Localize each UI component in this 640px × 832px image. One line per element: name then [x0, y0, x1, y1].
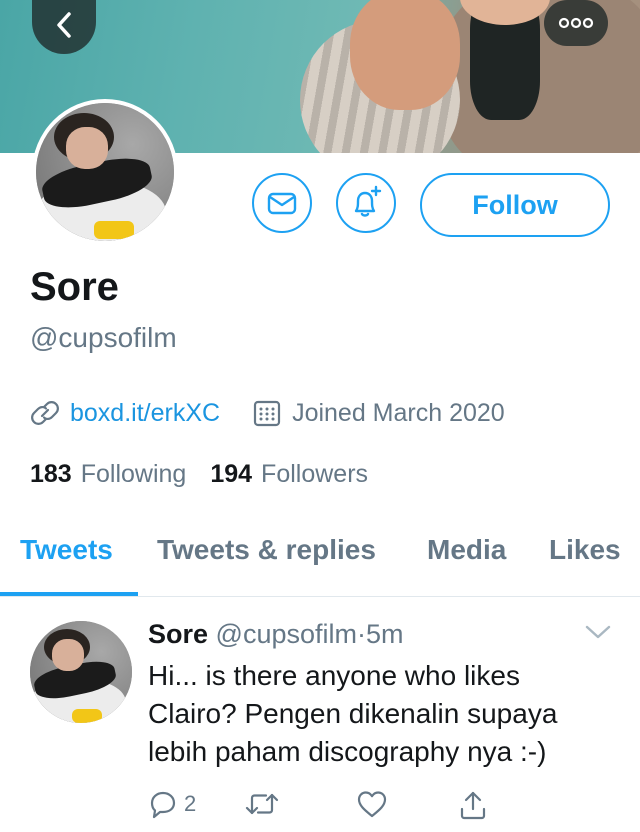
- chevron-down-icon: [585, 625, 611, 639]
- more-dots-icon: [558, 17, 594, 29]
- bell-plus-icon: [354, 185, 382, 217]
- tweet-actions: 2: [148, 789, 608, 823]
- link-icon: [31, 401, 59, 425]
- retweet-button[interactable]: [244, 789, 280, 819]
- profile-avatar[interactable]: [36, 103, 174, 241]
- followers-stat[interactable]: 194 Followers: [210, 460, 368, 489]
- follow-button[interactable]: Follow: [420, 173, 610, 237]
- tweet-time: 5m: [366, 619, 404, 649]
- active-tab-indicator: [0, 592, 138, 596]
- tweet-header: Sore @cupsofilm·5m: [148, 619, 404, 650]
- chevron-left-icon: [57, 12, 71, 38]
- avatar-face: [66, 127, 108, 169]
- profile-link[interactable]: boxd.it/erkXC: [70, 399, 220, 428]
- like-button[interactable]: [356, 789, 388, 819]
- followers-count: 194: [210, 460, 253, 488]
- following-count: 183: [30, 460, 72, 488]
- following-label: Following: [80, 460, 187, 488]
- tweet-author-handle[interactable]: @cupsofilm: [216, 619, 357, 649]
- profile-meta: boxd.it/erkXC Joined March 2020: [30, 398, 505, 428]
- retweet-icon: [245, 793, 279, 815]
- tweet-separator: ·: [357, 619, 366, 649]
- followers-label: Followers: [261, 460, 369, 488]
- reply-icon: [150, 791, 176, 819]
- more-options-button[interactable]: [544, 0, 608, 46]
- avatar-accent: [72, 709, 102, 723]
- banner-hand: [350, 0, 460, 110]
- tab-likes[interactable]: Likes: [549, 534, 621, 566]
- profile-avatar-frame: [32, 99, 178, 245]
- calendar-icon: [252, 398, 282, 428]
- tweet-author-name[interactable]: Sore: [148, 619, 208, 649]
- reply-count: 2: [184, 791, 197, 816]
- share-button[interactable]: [458, 789, 488, 821]
- tweet-menu-button[interactable]: [584, 623, 612, 646]
- tweet-item[interactable]: Sore @cupsofilm·5m Hi... is there anyone…: [0, 597, 640, 832]
- share-icon: [460, 791, 486, 820]
- following-stat[interactable]: 183 Following: [30, 460, 186, 489]
- profile-name: Sore: [30, 265, 119, 309]
- profile-handle: @cupsofilm: [30, 322, 177, 353]
- heart-icon: [357, 791, 387, 818]
- tab-tweets[interactable]: Tweets: [20, 534, 113, 566]
- avatar-accent: [94, 221, 134, 239]
- tab-tweets-replies[interactable]: Tweets & replies: [157, 534, 376, 566]
- profile-tabs: Tweets Tweets & replies Media Likes: [0, 520, 640, 597]
- tweet-avatar[interactable]: [30, 621, 132, 723]
- envelope-icon: [267, 192, 297, 215]
- message-button[interactable]: [252, 173, 312, 233]
- reply-button[interactable]: 2: [148, 789, 196, 819]
- tab-media[interactable]: Media: [427, 534, 506, 566]
- avatar-face: [52, 639, 84, 671]
- tweet-text: Hi... is there anyone who likes Clairo? …: [148, 660, 558, 767]
- follow-stats: 183 Following 194 Followers: [30, 460, 368, 489]
- notifications-button[interactable]: [336, 173, 396, 233]
- joined-date: Joined March 2020: [292, 398, 505, 427]
